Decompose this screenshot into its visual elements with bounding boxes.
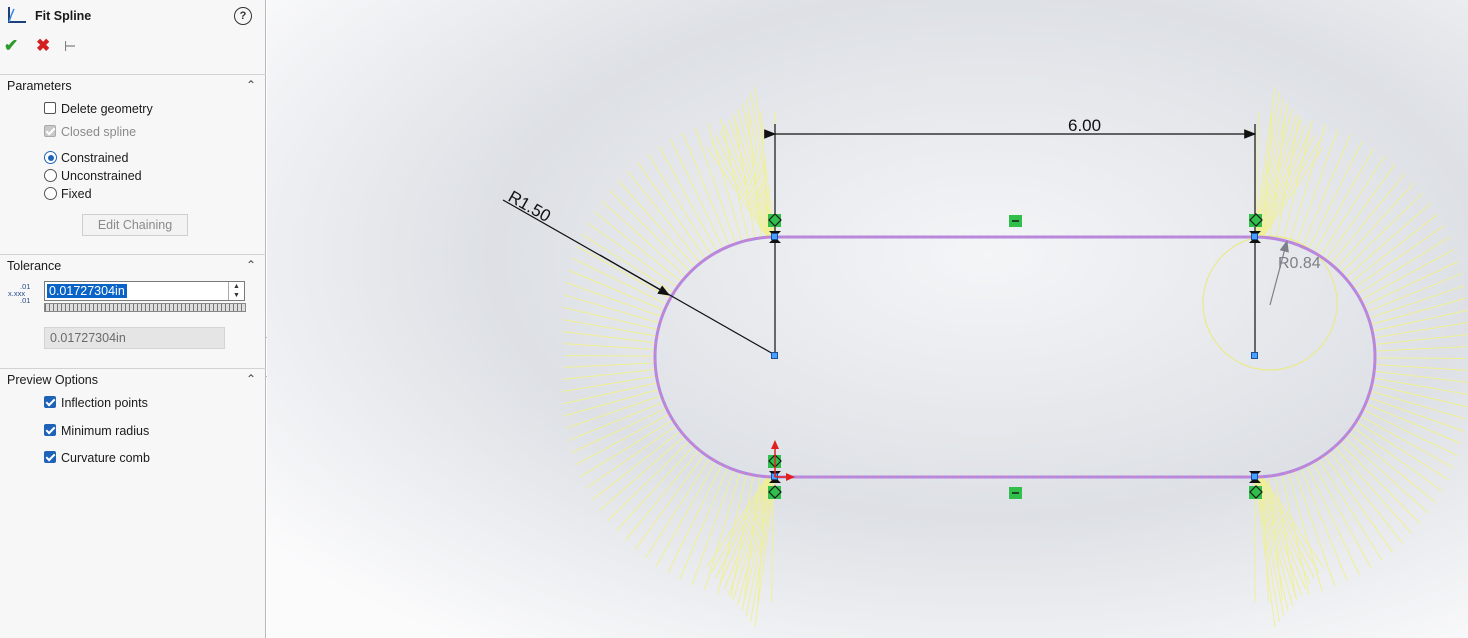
preview-options-section-header[interactable]: Preview Options ⌃ — [0, 368, 266, 390]
preview-options-header-label: Preview Options — [7, 373, 99, 387]
viewport-background — [267, 0, 1468, 638]
inflection-points-box[interactable] — [44, 396, 56, 408]
spline-point[interactable] — [1251, 473, 1258, 480]
chevron-up-icon[interactable]: ⌃ — [246, 372, 256, 386]
right-center-point[interactable] — [1251, 352, 1258, 359]
help-icon[interactable]: ? — [234, 7, 252, 25]
graphics-area[interactable]: 6.00 R1.50 R0.84 — [267, 0, 1468, 638]
closed-spline-label: Closed spline — [61, 125, 137, 139]
fit-spline-icon — [8, 7, 26, 23]
closed-spline-box — [44, 125, 56, 137]
spin-up-icon[interactable]: ▲ — [229, 282, 244, 291]
fixed-label: Fixed — [61, 187, 92, 201]
left-center-point[interactable] — [771, 352, 778, 359]
tolerance-icon-bottom: .01 — [20, 296, 31, 305]
parameters-section-header[interactable]: Parameters ⌃ — [0, 74, 266, 96]
unconstrained-radio-dot[interactable] — [44, 169, 57, 182]
parameters-header-label: Parameters — [7, 79, 72, 93]
minimum-radius-box[interactable] — [44, 424, 56, 436]
tolerance-readonly-value: 0.01727304in — [44, 327, 225, 349]
minimum-radius-label: Minimum radius — [61, 424, 150, 438]
sketch-canvas[interactable]: 6.00 R1.50 R0.84 — [267, 0, 1468, 638]
cancel-x-icon[interactable]: ✖ — [36, 36, 50, 56]
spline-point[interactable] — [771, 233, 778, 240]
edit-chaining-button[interactable]: Edit Chaining — [82, 214, 188, 236]
constrained-label: Constrained — [61, 151, 129, 165]
min-radius-label: R0.84 — [1278, 255, 1321, 272]
curvature-comb-label: Curvature comb — [61, 451, 150, 465]
tolerance-header-label: Tolerance — [7, 259, 62, 273]
property-manager-header: Fit Spline ? — [0, 0, 266, 36]
comb-tooth — [1374, 357, 1466, 359]
spin-down-icon[interactable]: ▼ — [229, 291, 244, 300]
fit-spline-property-manager: Fit Spline ? ✔ ✖ ⊢ Parameters ⌃ Delete g… — [0, 0, 266, 638]
fixed-radio-dot[interactable] — [44, 187, 57, 200]
tolerance-icon: .01 x.xxx .01 — [8, 283, 34, 305]
delete-geometry-label: Delete geometry — [61, 102, 153, 116]
comb-tooth — [564, 355, 656, 357]
width-dimension-text[interactable]: 6.00 — [1068, 116, 1101, 135]
pushpin-icon[interactable]: ⊢ — [64, 36, 76, 56]
constrained-radio-dot[interactable] — [44, 151, 57, 164]
delete-geometry-box[interactable] — [44, 102, 56, 114]
chevron-up-icon[interactable]: ⌃ — [246, 78, 256, 92]
unconstrained-label: Unconstrained — [61, 169, 142, 183]
tolerance-slider[interactable] — [44, 303, 246, 312]
spline-point[interactable] — [1251, 233, 1258, 240]
curvature-comb-box[interactable] — [44, 451, 56, 463]
tolerance-section-header[interactable]: Tolerance ⌃ — [0, 254, 266, 276]
tolerance-value[interactable]: 0.01727304in — [47, 284, 127, 298]
chevron-up-icon[interactable]: ⌃ — [246, 258, 256, 272]
tolerance-input[interactable]: 0.01727304in ▲ ▼ — [44, 281, 245, 301]
inflection-points-label: Inflection points — [61, 396, 148, 410]
ok-check-icon[interactable]: ✔ — [4, 36, 18, 56]
tolerance-spinner[interactable]: ▲ ▼ — [228, 282, 244, 300]
page-title: Fit Spline — [35, 9, 92, 23]
